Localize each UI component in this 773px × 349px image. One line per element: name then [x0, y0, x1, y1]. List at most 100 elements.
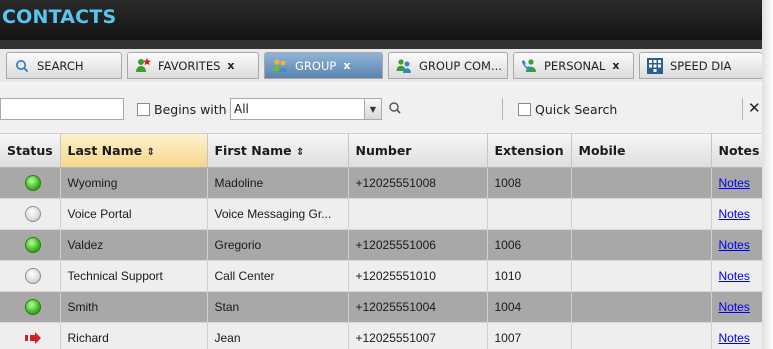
- close-icon[interactable]: ✕: [748, 99, 761, 117]
- quick-search-checkbox[interactable]: [518, 103, 531, 116]
- table-header: Status Last Name ⇕ First Name ⇕ Number E…: [0, 134, 762, 168]
- status-cell: [0, 260, 61, 292]
- panel-shadow: [762, 0, 773, 349]
- tab-close-personal[interactable]: x: [612, 59, 619, 72]
- table-row[interactable]: Voice Portal Voice Messaging Gr... Notes: [0, 198, 762, 230]
- contacts-table: Status Last Name ⇕ First Name ⇕ Number E…: [0, 134, 762, 349]
- table-row[interactable]: Technical Support Call Center +120255510…: [0, 260, 762, 292]
- search-icon[interactable]: [388, 101, 402, 118]
- speed-dial-icon: [646, 57, 664, 75]
- column-header-last-name[interactable]: Last Name ⇕: [60, 134, 208, 168]
- search-toolbar: Begins with All ▼ Quick Search ✕: [0, 86, 762, 134]
- chevron-down-icon[interactable]: ▼: [364, 99, 381, 119]
- tab-strip: SEARCH FAVORITES x GROUP x GROUP COM... …: [0, 40, 762, 82]
- extension-cell: [487, 198, 572, 230]
- panel-title: CONTACTS: [2, 6, 117, 28]
- quick-search-label: Quick Search: [535, 102, 618, 117]
- title-bar: CONTACTS: [0, 0, 762, 40]
- status-cell: [0, 229, 61, 261]
- status-cell: [0, 291, 61, 323]
- notes-cell: Notes: [711, 167, 762, 199]
- last-name-cell: Smith: [60, 291, 208, 323]
- tab-label: SEARCH: [37, 58, 84, 73]
- first-name-cell: Voice Messaging Gr...: [207, 198, 349, 230]
- number-cell: [348, 198, 488, 230]
- tab-personal[interactable]: PERSONAL x: [513, 52, 634, 79]
- first-name-cell: Madoline: [207, 167, 349, 199]
- last-name-cell: Valdez: [60, 229, 208, 261]
- presence-online-icon: [25, 175, 42, 191]
- tab-group[interactable]: GROUP x: [264, 52, 383, 79]
- extension-cell: 1004: [487, 291, 572, 323]
- notes-link[interactable]: Notes: [719, 207, 750, 221]
- toolbar-divider: [742, 98, 743, 120]
- presence-offline-icon: [25, 206, 42, 222]
- notes-link[interactable]: Notes: [719, 300, 750, 314]
- filter-select[interactable]: All ▼: [230, 98, 382, 120]
- last-name-cell: Technical Support: [60, 260, 208, 292]
- notes-cell: Notes: [711, 322, 762, 349]
- begins-with-checkbox[interactable]: [137, 103, 150, 116]
- column-header-mobile[interactable]: Mobile: [571, 134, 712, 168]
- column-header-first-name[interactable]: First Name ⇕: [207, 134, 349, 168]
- tab-label: PERSONAL: [544, 58, 606, 73]
- table-row[interactable]: Smith Stan +12025551004 1004 Notes: [0, 291, 762, 323]
- last-name-cell: Wyoming: [60, 167, 208, 199]
- mobile-cell: [571, 322, 712, 349]
- tab-search[interactable]: SEARCH: [6, 52, 122, 79]
- notes-cell: Notes: [711, 291, 762, 323]
- tab-favorites[interactable]: FAVORITES x: [127, 52, 259, 79]
- search-input[interactable]: [0, 98, 124, 120]
- tab-group-common[interactable]: GROUP COM... x: [388, 52, 508, 79]
- extension-cell: 1010: [487, 260, 572, 292]
- contacts-panel: CONTACTS SEARCH FAVORITES x GROUP x GROU…: [0, 0, 762, 349]
- search-icon: [13, 57, 31, 75]
- last-name-cell: Voice Portal: [60, 198, 208, 230]
- mobile-cell: [571, 167, 712, 199]
- column-header-number[interactable]: Number: [348, 134, 488, 168]
- presence-offline-icon: [25, 268, 42, 284]
- personal-phone-icon: [520, 57, 538, 75]
- notes-cell: Notes: [711, 229, 762, 261]
- toolbar-divider: [502, 98, 503, 120]
- table-row[interactable]: Wyoming Madoline +12025551008 1008 Notes: [0, 167, 762, 199]
- number-cell: +12025551007: [348, 322, 488, 349]
- number-cell: +12025551010: [348, 260, 488, 292]
- extension-cell: 1007: [487, 322, 572, 349]
- tab-speed-dial[interactable]: SPEED DIA: [639, 52, 762, 79]
- column-header-notes[interactable]: Notes: [711, 134, 762, 168]
- mobile-cell: [571, 291, 712, 323]
- column-header-extension[interactable]: Extension: [487, 134, 572, 168]
- column-header-status[interactable]: Status: [0, 134, 61, 168]
- extension-cell: 1008: [487, 167, 572, 199]
- extension-cell: 1006: [487, 229, 572, 261]
- status-cell: [0, 322, 61, 349]
- tab-close-group[interactable]: x: [343, 59, 350, 72]
- busy-arrow-icon: [24, 331, 42, 345]
- first-name-cell: Stan: [207, 291, 349, 323]
- table-row[interactable]: Valdez Gregorio +12025551006 1006 Notes: [0, 229, 762, 261]
- mobile-cell: [571, 229, 712, 261]
- notes-link[interactable]: Notes: [719, 269, 750, 283]
- last-name-cell: Richard: [60, 322, 208, 349]
- presence-online-icon: [25, 299, 42, 315]
- notes-cell: Notes: [711, 260, 762, 292]
- mobile-cell: [571, 198, 712, 230]
- notes-link[interactable]: Notes: [719, 176, 750, 190]
- tab-label: GROUP COM...: [419, 58, 502, 73]
- tab-close-favorites[interactable]: x: [227, 59, 234, 72]
- favorites-person-icon: [134, 57, 152, 75]
- group-people-icon: [271, 57, 289, 75]
- number-cell: +12025551004: [348, 291, 488, 323]
- notes-link[interactable]: Notes: [719, 238, 750, 252]
- begins-with-label: Begins with: [154, 102, 227, 117]
- status-cell: [0, 167, 61, 199]
- table-row[interactable]: Richard Jean +12025551007 1007 Notes: [0, 322, 762, 349]
- status-cell: [0, 198, 61, 230]
- first-name-cell: Gregorio: [207, 229, 349, 261]
- first-name-cell: Call Center: [207, 260, 349, 292]
- tab-label: SPEED DIA: [670, 58, 732, 73]
- notes-cell: Notes: [711, 198, 762, 230]
- number-cell: +12025551006: [348, 229, 488, 261]
- notes-link[interactable]: Notes: [719, 331, 750, 345]
